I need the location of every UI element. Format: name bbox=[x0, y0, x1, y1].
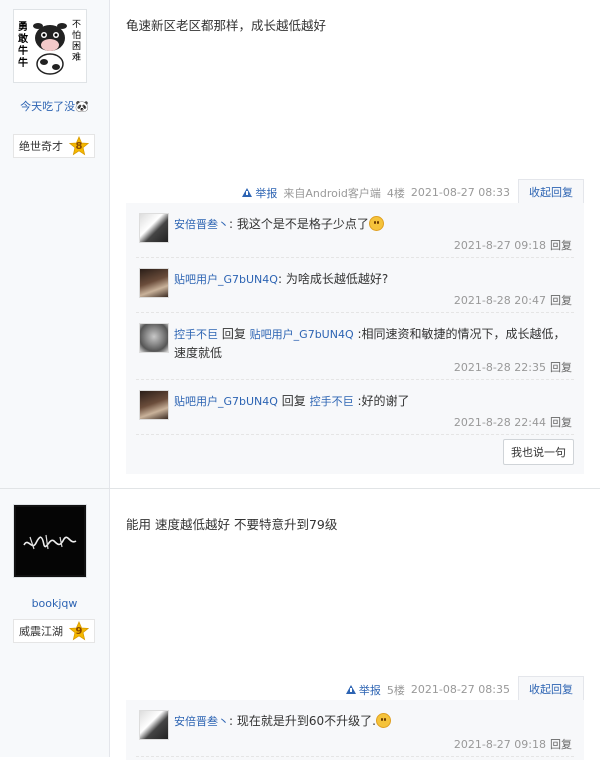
signature-avatar-image bbox=[16, 507, 84, 575]
post-body: 能用 速度越低越好 不要特意升到79级 举报 5楼 2021-08-27 08:… bbox=[110, 489, 600, 760]
comment-user[interactable]: 控手不巨 bbox=[174, 328, 218, 341]
comment-avatar[interactable] bbox=[139, 323, 169, 353]
collapse-reply-button[interactable]: 收起回复 bbox=[518, 676, 584, 703]
comment-text: 现在就是升到60不升级了. bbox=[236, 714, 376, 728]
comment-text: 为啥成长越低越好? bbox=[285, 272, 389, 286]
emoji-icon bbox=[368, 216, 384, 231]
post-time: 2021-08-27 08:33 bbox=[410, 186, 510, 199]
comment-reply-link[interactable]: 回复 bbox=[550, 294, 572, 307]
collapse-reply-button[interactable]: 收起回复 bbox=[518, 179, 584, 206]
comment-time: 2021-8-27 09:18 bbox=[453, 239, 546, 252]
level-number: 8 bbox=[75, 141, 83, 152]
comment-item: 安倍晋叁丶: 现在就是升到60不升级了. 2021-8-27 09:18 回复 bbox=[136, 700, 574, 757]
post-content: 能用 速度越低越好 不要特意升到79级 bbox=[126, 517, 338, 532]
level-badge[interactable]: 威震江湖 9 bbox=[13, 619, 95, 643]
avatar[interactable] bbox=[13, 504, 87, 578]
comment-time: 2021-8-28 22:35 bbox=[453, 361, 546, 374]
avatar-text-right: 不怕困难 bbox=[72, 20, 82, 63]
post-time: 2021-08-27 08:35 bbox=[410, 683, 510, 696]
reply-target-user[interactable]: 控手不巨 bbox=[310, 395, 354, 408]
comment-avatar[interactable] bbox=[139, 213, 169, 243]
comment-reply-link[interactable]: 回复 bbox=[550, 239, 572, 252]
floor-number: 4楼 bbox=[386, 186, 405, 200]
level-badge[interactable]: 绝世奇才 8 bbox=[13, 134, 95, 158]
comment-list: 安倍晋叁丶: 现在就是升到60不升级了. 2021-8-27 09:18 回复 bbox=[126, 700, 584, 760]
comment-avatar[interactable] bbox=[139, 710, 169, 740]
author-sidebar: 勇敢牛牛 不怕困难 今天吃了没🐼 绝世奇才 8 bbox=[0, 0, 110, 488]
comment-text: 好的谢了 bbox=[361, 394, 410, 408]
author-sidebar: bookjqw 威震江湖 9 bbox=[0, 489, 110, 757]
username[interactable]: 今天吃了没🐼 bbox=[0, 98, 109, 114]
comment-item: 贴吧用户_G7bUN4Q 回复 控手不巨 :好的谢了 2021-8-28 22:… bbox=[136, 380, 574, 435]
warning-icon bbox=[345, 685, 356, 694]
avatar-text-left: 勇敢牛牛 bbox=[18, 22, 28, 69]
comment-avatar[interactable] bbox=[139, 268, 169, 298]
comment-user[interactable]: 安倍晋叁丶 bbox=[174, 715, 229, 728]
client-source: 来自Android客户端 bbox=[283, 186, 381, 200]
comment-text: 我这个是不是格子少点了 bbox=[236, 217, 369, 231]
comment-reply-link[interactable]: 回复 bbox=[550, 416, 572, 429]
post-tail: 举报 来自Android客户端 4楼 2021-08-27 08:33 收起回复 bbox=[242, 179, 584, 206]
comment-reply-link[interactable]: 回复 bbox=[550, 361, 572, 374]
post-body: 龟速新区老区都那样，成长越低越好 举报 来自Android客户端 4楼 2021… bbox=[110, 0, 600, 488]
floor-number: 5楼 bbox=[386, 683, 405, 697]
comment-item: 安倍晋叁丶: 我这个是不是格子少点了 2021-8-27 09:18 回复 bbox=[136, 203, 574, 258]
warning-icon bbox=[242, 188, 253, 197]
post-content: 龟速新区老区都那样，成长越低越好 bbox=[126, 18, 327, 33]
comment-user[interactable]: 安倍晋叁丶 bbox=[174, 218, 229, 231]
comment-time: 2021-8-27 09:18 bbox=[453, 738, 546, 751]
comment-user[interactable]: 贴吧用户_G7bUN4Q bbox=[174, 273, 278, 286]
comment-item: 控手不巨 回复 贴吧用户_G7bUN4Q :相同速资和敏捷的情况下，成长越低，速… bbox=[136, 313, 574, 380]
comment-item: 贴吧用户_G7bUN4Q: 为啥成长越低越好? 2021-8-28 20:47 回… bbox=[136, 258, 574, 313]
reply-target-user[interactable]: 贴吧用户_G7bUN4Q bbox=[250, 328, 354, 341]
level-number: 9 bbox=[75, 626, 83, 637]
comment-avatar[interactable] bbox=[139, 390, 169, 420]
level-star-icon: 8 bbox=[69, 136, 89, 156]
comment-time: 2021-8-28 20:47 bbox=[453, 294, 546, 307]
level-star-icon: 9 bbox=[69, 621, 89, 641]
comment-user[interactable]: 贴吧用户_G7bUN4Q bbox=[174, 395, 278, 408]
post-floor-4: 勇敢牛牛 不怕困难 今天吃了没🐼 绝世奇才 8 龟速新区老区都那样，成长越低越好… bbox=[0, 0, 600, 489]
username[interactable]: bookjqw bbox=[0, 597, 109, 610]
comment-list: 安倍晋叁丶: 我这个是不是格子少点了 2021-8-27 09:18 回复 贴吧用… bbox=[126, 203, 584, 474]
comment-time: 2021-8-28 22:44 bbox=[453, 416, 546, 429]
post-floor-5: bookjqw 威震江湖 9 能用 速度越低越好 不要特意升到79级 举报 5楼… bbox=[0, 489, 600, 760]
level-name: 威震江湖 bbox=[19, 625, 63, 638]
report-link[interactable]: 举报 bbox=[242, 185, 277, 201]
report-link[interactable]: 举报 bbox=[345, 682, 381, 698]
emoji-icon bbox=[375, 713, 391, 728]
comment-reply-link[interactable]: 回复 bbox=[550, 738, 572, 751]
level-name: 绝世奇才 bbox=[19, 140, 63, 153]
avatar[interactable]: 勇敢牛牛 不怕困难 bbox=[13, 9, 87, 83]
say-something-button[interactable]: 我也说一句 bbox=[503, 439, 574, 465]
post-tail: 举报 5楼 2021-08-27 08:35 收起回复 bbox=[345, 676, 584, 703]
